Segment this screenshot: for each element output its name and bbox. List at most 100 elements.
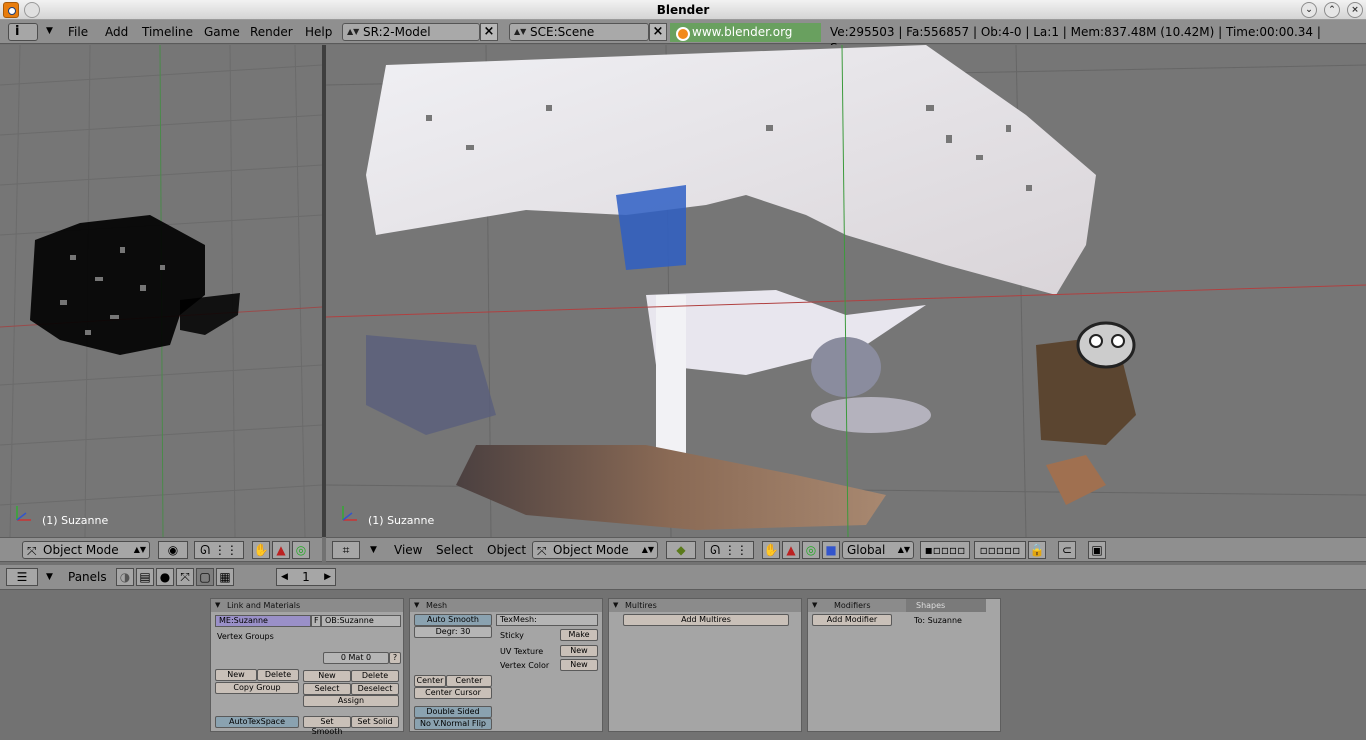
add-multires-button[interactable]: Add Multires: [623, 614, 789, 626]
blender-logo-icon: [3, 2, 19, 18]
object-name-field[interactable]: OB:Suzanne: [321, 615, 401, 627]
menu-select[interactable]: Select: [436, 543, 473, 557]
translate-manipulator-icon[interactable]: ▲: [272, 541, 290, 559]
maximize-icon[interactable]: ⌃: [1324, 2, 1340, 18]
mesh-name-field[interactable]: ME:Suzanne: [215, 615, 311, 627]
collapse-triangle-icon: ▼: [414, 601, 420, 609]
pivot-selector[interactable]: ᘏ ⋮⋮: [704, 541, 754, 559]
uv-texture-label: UV Texture: [500, 647, 544, 656]
center-button[interactable]: Center: [414, 675, 446, 687]
sticky-label: Sticky: [500, 631, 524, 640]
vgroup-delete-button[interactable]: Delete: [257, 669, 299, 681]
scene-context-icon[interactable]: ▦: [216, 568, 234, 586]
copy-group-button[interactable]: Copy Group: [215, 682, 299, 694]
layer-buttons-1[interactable]: ▪▫▫▫▫: [920, 541, 970, 559]
center-new-button[interactable]: Center New: [446, 675, 492, 695]
draw-type-selector[interactable]: ◆: [666, 541, 696, 559]
uv-texture-new-button[interactable]: New: [560, 645, 598, 657]
auto-smooth-toggle[interactable]: Auto Smooth: [414, 614, 492, 626]
main-mode-selector[interactable]: ⤧ Object Mode ▲▼: [532, 541, 658, 559]
fake-user-button[interactable]: F: [311, 615, 321, 627]
script-context-icon[interactable]: ▤: [136, 568, 154, 586]
close-icon[interactable]: ×: [1347, 2, 1363, 18]
double-sided-toggle[interactable]: Double Sided: [414, 706, 492, 718]
menu-collapse-icon[interactable]: ▼: [46, 26, 53, 36]
menu-collapse-icon[interactable]: ▼: [370, 545, 377, 555]
rotate-manipulator-icon[interactable]: ◎: [292, 541, 310, 559]
layer-buttons-2[interactable]: ▫▫▫▫▫: [974, 541, 1026, 559]
main-3d-viewport[interactable]: (1) Suzanne: [326, 45, 1366, 537]
delete-screen-button[interactable]: ×: [480, 23, 498, 41]
panel-title[interactable]: ▼ Link and Materials: [211, 599, 403, 612]
title-bar: Blender ⌄ ⌃ ×: [0, 0, 1366, 20]
menu-object[interactable]: Object: [487, 543, 526, 557]
material-new-button[interactable]: New: [303, 670, 351, 682]
vgroup-new-button[interactable]: New: [215, 669, 257, 681]
vertex-color-new-button[interactable]: New: [560, 659, 598, 671]
pivot-selector[interactable]: ᘏ ⋮⋮: [194, 541, 244, 559]
scene-selector[interactable]: ▲▼ SCE:Scene: [509, 23, 649, 41]
degree-field[interactable]: Degr: 30: [414, 626, 492, 638]
material-delete-button[interactable]: Delete: [351, 670, 399, 682]
sticky-make-button[interactable]: Make: [560, 629, 598, 641]
material-assign-button[interactable]: Assign: [303, 695, 399, 707]
scale-manipulator-icon[interactable]: ■: [822, 541, 840, 559]
minimize-icon[interactable]: ⌄: [1301, 2, 1317, 18]
blender-window: Blender ⌄ ⌃ × i ▼ File Add Timeline Game…: [0, 0, 1366, 740]
shading-context-icon[interactable]: ●: [156, 568, 174, 586]
mesh-panel: ▼ Mesh Auto Smooth Degr: 30 TexMesh: Stic…: [409, 598, 603, 732]
manipulator-hand-icon[interactable]: ✋: [762, 541, 780, 559]
panel-title[interactable]: ▼ Multires: [609, 599, 801, 612]
menu-timeline[interactable]: Timeline: [142, 24, 193, 40]
shapes-tab[interactable]: Shapes: [906, 599, 986, 612]
autotexspace-toggle[interactable]: AutoTexSpace: [215, 716, 299, 728]
editing-context-icon[interactable]: ▢: [196, 568, 214, 586]
add-modifier-button[interactable]: Add Modifier: [812, 614, 892, 626]
editor-type-3dview-icon[interactable]: ⌗: [332, 541, 360, 559]
set-smooth-button[interactable]: Set Smooth: [303, 716, 351, 736]
blender-org-link[interactable]: www.blender.org 249.2: [670, 23, 821, 58]
panel-title[interactable]: ▼ Mesh: [410, 599, 602, 612]
material-query-button[interactable]: ?: [389, 652, 401, 664]
delete-scene-button[interactable]: ×: [649, 23, 667, 41]
center-cursor-button[interactable]: Center Cursor: [414, 687, 492, 699]
menu-add[interactable]: Add: [105, 24, 128, 40]
manipulator-hand-icon[interactable]: ✋: [252, 541, 270, 559]
screen-selector[interactable]: ▲▼ SR:2-Model: [342, 23, 480, 41]
menu-help[interactable]: Help: [305, 24, 332, 40]
texmesh-field[interactable]: TexMesh:: [496, 614, 598, 626]
logic-context-icon[interactable]: ◑: [116, 568, 134, 586]
modifiers-tab[interactable]: ▼ Modifiers: [808, 599, 906, 612]
translate-manipulator-icon[interactable]: ▲: [782, 541, 800, 559]
editor-type-buttons-icon[interactable]: ☰: [6, 568, 38, 586]
snap-icon[interactable]: ⊂: [1058, 541, 1076, 559]
screen-name: SR:2-Model: [363, 25, 431, 39]
left-viewport-grid: [0, 45, 322, 537]
left-mode-selector[interactable]: ⤧ Object Mode ▲▼: [22, 541, 150, 559]
material-select-button[interactable]: Select: [303, 683, 351, 695]
set-solid-button[interactable]: Set Solid: [351, 716, 399, 728]
link-materials-panel: ▼ Link and Materials ME:Suzanne F OB:Suza…: [210, 598, 404, 736]
mode-label: Object Mode: [43, 543, 119, 557]
orientation-selector[interactable]: Global ▲▼: [842, 541, 914, 559]
material-deselect-button[interactable]: Deselect: [351, 683, 399, 695]
object-context-icon[interactable]: ⤧: [176, 568, 194, 586]
orientation-label: Global: [847, 543, 886, 557]
no-vnormal-flip-toggle[interactable]: No V.Normal Flip: [414, 718, 492, 730]
rotate-manipulator-icon[interactable]: ◎: [802, 541, 820, 559]
menu-game[interactable]: Game: [204, 24, 240, 40]
frame-number-field[interactable]: ◀ 1 ▶: [276, 568, 336, 586]
menu-file[interactable]: File: [68, 24, 88, 40]
menu-render[interactable]: Render: [250, 24, 293, 40]
editor-type-info-icon[interactable]: i: [8, 23, 38, 41]
mode-label: Object Mode: [553, 543, 629, 557]
menu-collapse-icon[interactable]: ▼: [46, 572, 53, 582]
lock-icon[interactable]: 🔒: [1028, 541, 1046, 559]
window-menu-icon[interactable]: [24, 2, 40, 18]
render-preview-icon[interactable]: ▣: [1088, 541, 1106, 559]
draw-type-selector[interactable]: ◉: [158, 541, 188, 559]
point-cloud-silhouette: [30, 215, 240, 355]
material-index-field[interactable]: 0 Mat 0: [323, 652, 389, 664]
menu-view[interactable]: View: [394, 543, 422, 557]
left-3d-viewport[interactable]: (1) Suzanne: [0, 45, 322, 537]
